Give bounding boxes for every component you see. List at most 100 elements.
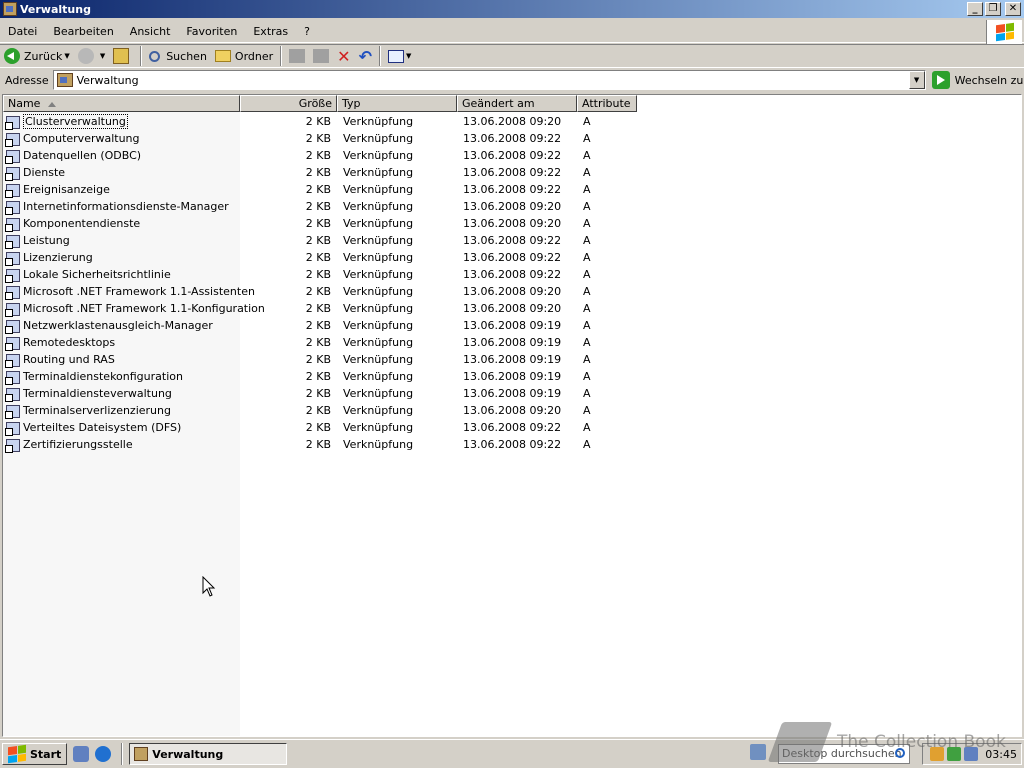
menu-tools[interactable]: Extras [245,25,296,38]
file-row[interactable]: Clusterverwaltung 2 KB Verknüpfung 13.06.20… [3,113,637,130]
file-name[interactable]: Verteiltes Dateisystem (DFS) [23,421,181,434]
file-row[interactable]: Computerverwaltung 2 KB Verknüpfung 13.06.2… [3,130,637,147]
file-name-cell: Verteiltes Dateisystem (DFS) [3,420,240,436]
file-row[interactable]: Ereignisanzeige 2 KB Verknüpfung 13.06.2008… [3,181,637,198]
file-row[interactable]: Microsoft .NET Framework 1.1-Konfigurati… [3,300,637,317]
file-row[interactable]: Internetinformationsdienste-Manager 2 KB V… [3,198,637,215]
taskbar-window-button[interactable]: Verwaltung [129,743,288,765]
file-name[interactable]: Lizenzierung [23,251,93,264]
address-dropdown-icon[interactable]: ▼ [908,71,925,89]
file-size: 2 KB [305,387,331,400]
forward-button[interactable]: ▼ [74,45,109,67]
file-list[interactable]: Name Größe Typ Geändert am Attribute Clu… [2,94,1022,737]
menu-favorites[interactable]: Favoriten [178,25,245,38]
desktop-search-input[interactable]: Desktop durchsuchen [778,744,910,764]
restore-button[interactable]: ❐ [985,2,1001,16]
delete-icon[interactable]: ✕ [337,47,350,66]
search-icon[interactable] [895,748,905,758]
file-name[interactable]: Terminaldienstekonfiguration [23,370,183,383]
file-row[interactable]: Microsoft .NET Framework 1.1-Assistenten… [3,283,637,300]
file-size: 2 KB [305,200,331,213]
start-button[interactable]: Start [2,743,68,765]
file-row[interactable]: Routing und RAS 2 KB Verknüpfung 13.06.2008… [3,351,637,368]
menu-help[interactable]: ? [296,25,318,38]
up-button[interactable] [109,45,137,67]
internet-explorer-icon[interactable] [95,746,112,762]
file-name[interactable]: Microsoft .NET Framework 1.1-Assistenten [23,285,255,298]
views-icon[interactable] [387,49,404,63]
show-desktop-icon[interactable] [73,746,90,762]
forward-dropdown-icon[interactable]: ▼ [100,52,105,60]
file-name[interactable]: Leistung [23,234,70,247]
file-name[interactable]: Lokale Sicherheitsrichtlinie [23,268,171,281]
windows-logo-icon [8,744,26,764]
column-header-name[interactable]: Name [3,95,240,112]
file-row[interactable]: Datenquellen (ODBC) 2 KB Verknüpfung 13.06.… [3,147,637,164]
file-name[interactable]: Netzwerklastenausgleich-Manager [23,319,213,332]
column-header-attributes[interactable]: Attribute [577,95,637,112]
file-type: Verknüpfung [343,200,414,213]
file-row[interactable]: Dienste 2 KB Verknüpfung 13.06.2008 09:22 A [3,164,637,181]
tray-search-icon[interactable] [964,747,979,761]
file-name[interactable]: Ereignisanzeige [23,183,110,196]
file-name[interactable]: Computerverwaltung [23,132,140,145]
file-name[interactable]: Internetinformationsdienste-Manager [23,200,229,213]
shortcut-icon [5,165,21,181]
close-button[interactable]: ✕ [1005,2,1021,16]
move-to-icon[interactable] [289,49,306,63]
file-modified: 13.06.2008 09:19 [463,370,562,383]
file-attributes: A [583,149,591,162]
file-name[interactable]: Clusterverwaltung [23,114,128,129]
system-tray: 03:45 [922,743,1022,765]
go-button[interactable]: Wechseln zu [931,71,1023,89]
file-name[interactable]: Dienste [23,166,65,179]
column-header-size[interactable]: Größe [240,95,337,112]
tray-network-icon[interactable] [930,747,945,761]
file-row[interactable]: Terminalserverlizenzierung 2 KB Verknüpfun… [3,402,637,419]
file-row[interactable]: Zertifizierungsstelle 2 KB Verknüpfung 13.0… [3,436,637,453]
file-row[interactable]: Terminaldienstekonfiguration 2 KB Verknüpf… [3,368,637,385]
desktop-search-icon[interactable] [750,744,766,760]
file-name[interactable]: Terminalserverlizenzierung [23,404,171,417]
file-row[interactable]: Lizenzierung 2 KB Verknüpfung 13.06.2008 09… [3,249,637,266]
search-button[interactable]: Suchen [145,45,211,67]
menu-view[interactable]: Ansicht [122,25,179,38]
folders-button[interactable]: Ordner [211,45,277,67]
file-name[interactable]: Zertifizierungsstelle [23,438,133,451]
file-modified: 13.06.2008 09:22 [463,166,562,179]
file-row[interactable]: Komponentendienste 2 KB Verknüpfung 13.06.2… [3,215,637,232]
column-header-modified[interactable]: Geändert am [457,95,577,112]
menu-file[interactable]: Datei [0,25,45,38]
menu-edit[interactable]: Bearbeiten [45,25,121,38]
file-name[interactable]: Datenquellen (ODBC) [23,149,141,162]
file-row[interactable]: Netzwerklastenausgleich-Manager 2 KB Verkn… [3,317,637,334]
back-icon [4,48,20,64]
back-button[interactable]: Zurück ▼ [0,45,74,67]
clock[interactable]: 03:45 [985,748,1017,761]
title-bar[interactable]: Verwaltung _ ❐ ✕ [0,0,1024,18]
views-dropdown-icon[interactable]: ▼ [406,52,411,60]
undo-icon[interactable]: ↶ [359,47,372,66]
tray-security-icon[interactable] [947,747,962,761]
copy-to-icon[interactable] [313,49,330,63]
windows-logo-icon [986,20,1022,44]
file-name[interactable]: Terminaldiensteverwaltung [23,387,172,400]
file-name[interactable]: Komponentendienste [23,217,140,230]
window-title: Verwaltung [20,2,91,16]
file-name[interactable]: Routing und RAS [23,353,115,366]
address-value[interactable]: Verwaltung [77,74,139,87]
column-header-type[interactable]: Typ [337,95,457,112]
minimize-button[interactable]: _ [967,2,983,16]
file-name[interactable]: Remotedesktops [23,336,115,349]
file-modified: 13.06.2008 09:22 [463,251,562,264]
file-row[interactable]: Leistung 2 KB Verknüpfung 13.06.2008 09:22 A [3,232,637,249]
file-row[interactable]: Verteiltes Dateisystem (DFS) 2 KB Verknüpf… [3,419,637,436]
file-name-cell: Leistung [3,233,240,249]
file-name[interactable]: Microsoft .NET Framework 1.1-Konfigurati… [23,302,265,315]
file-row[interactable]: Lokale Sicherheitsrichtlinie 2 KB Verknüpf… [3,266,637,283]
shortcut-icon [5,182,21,198]
file-row[interactable]: Remotedesktops 2 KB Verknüpfung 13.06.2008 … [3,334,637,351]
address-field[interactable]: Verwaltung ▼ [52,70,926,90]
file-row[interactable]: Terminaldiensteverwaltung 2 KB Verknüpfung… [3,385,637,402]
back-dropdown-icon[interactable]: ▼ [64,52,69,60]
